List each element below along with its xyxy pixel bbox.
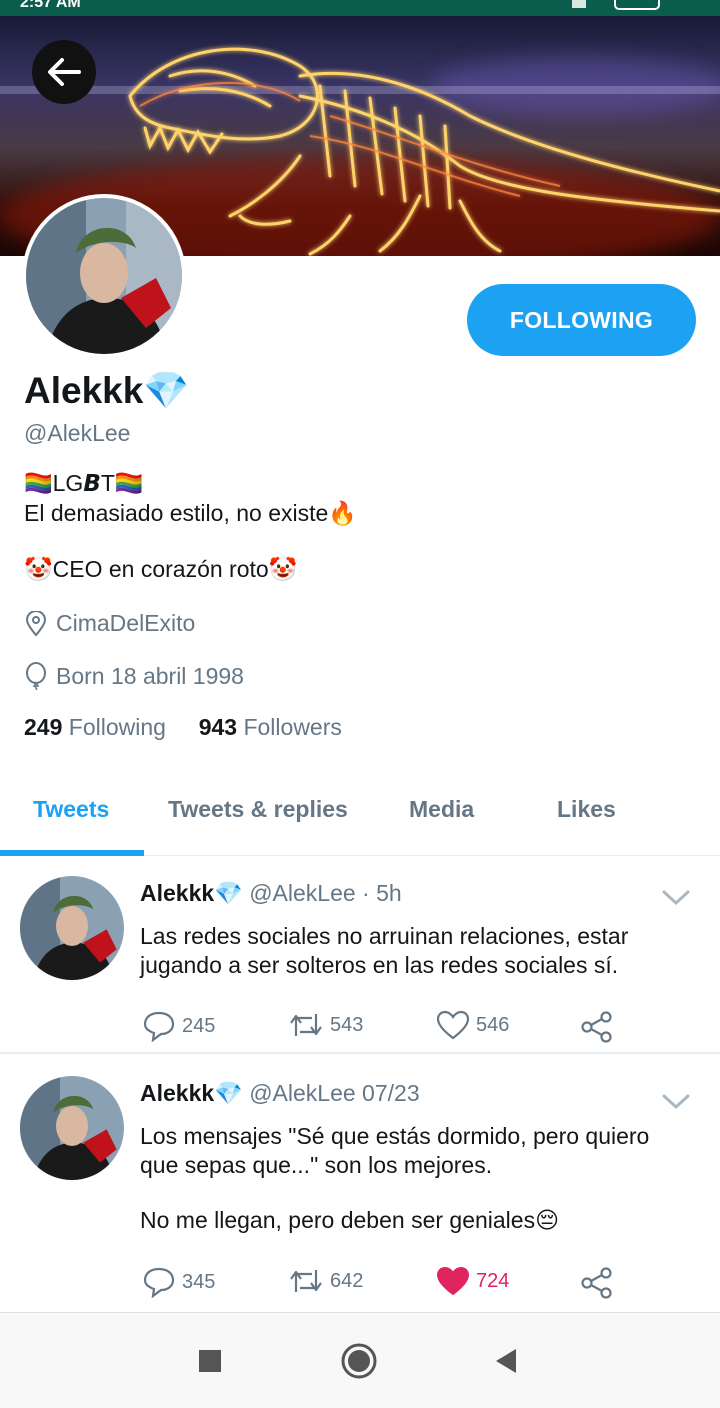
profile-avatar[interactable] <box>22 194 186 358</box>
avatar-photo <box>20 1076 124 1180</box>
followers-count: 943 <box>198 714 238 740</box>
tweet-avatar[interactable] <box>20 1076 124 1180</box>
tweet-header: Alekkk💎 @AlekLee 07/23 <box>140 1080 420 1107</box>
location-pin-icon <box>25 610 47 636</box>
following-link[interactable]: 249 Following <box>24 714 166 740</box>
reply-count: 245 <box>182 1014 216 1037</box>
retweet-button[interactable]: 543 <box>288 1010 363 1040</box>
profile-birthday: Born 18 abril 1998 <box>24 662 244 690</box>
triangle-back-icon <box>496 1349 516 1373</box>
followers-link[interactable]: 943 Followers <box>199 714 342 740</box>
circle-icon <box>341 1343 377 1379</box>
reply-button[interactable]: 345 <box>142 1266 215 1298</box>
avatar-photo <box>26 198 182 354</box>
retweet-button[interactable]: 642 <box>288 1266 363 1296</box>
chevron-down-icon[interactable] <box>660 888 692 908</box>
share-button[interactable] <box>580 1010 614 1044</box>
retweet-count: 543 <box>330 1013 364 1036</box>
square-icon <box>199 1350 221 1372</box>
signal-icon <box>572 0 600 8</box>
profile-tabs: Tweets Tweets & replies Media Likes <box>0 780 720 856</box>
tweet-text-line: que sepas que..." son los mejores. <box>140 1152 493 1178</box>
heart-filled-icon <box>436 1266 470 1296</box>
tab-tweets[interactable]: Tweets <box>33 796 109 823</box>
tweet-item[interactable]: Alekkk💎 @AlekLee · 5h Las redes sociales… <box>0 858 720 1054</box>
reply-icon <box>143 1267 175 1298</box>
profile-display-name: Alekkk💎 <box>24 370 190 411</box>
tweet-meta: @AlekLee 07/23 <box>249 1080 420 1106</box>
home-button[interactable] <box>341 1343 377 1384</box>
retweet-icon <box>290 1014 322 1036</box>
location-text: CimaDelExito <box>56 610 196 636</box>
tweet-text-line: Los mensajes "Sé que estás dormido, pero… <box>140 1123 650 1149</box>
status-bar: 2:57 AM <box>0 0 720 16</box>
like-count: 546 <box>476 1013 510 1036</box>
share-icon <box>581 1011 612 1043</box>
tweet-text-line: jugando a ser solteros en las redes soci… <box>140 952 619 978</box>
like-button[interactable]: 546 <box>436 1010 509 1040</box>
avatar-photo <box>20 876 124 980</box>
heart-icon <box>436 1010 470 1040</box>
like-button[interactable]: 724 <box>436 1266 509 1296</box>
reply-count: 345 <box>182 1270 216 1293</box>
system-navigation-bar <box>0 1312 720 1408</box>
profile-location: CimaDelExito <box>24 610 195 637</box>
balloon-icon <box>26 662 46 690</box>
tweet-text-line: Las redes sociales no arruinan relacione… <box>140 923 629 949</box>
tweet-meta: @AlekLee · 5h <box>249 880 402 906</box>
retweet-icon <box>290 1270 322 1292</box>
tab-media[interactable]: Media <box>409 796 474 823</box>
like-count: 724 <box>476 1269 510 1292</box>
arrow-left-icon <box>48 58 81 86</box>
tweet-item[interactable]: Alekkk💎 @AlekLee 07/23 Los mensajes "Sé … <box>0 1058 720 1312</box>
back-button[interactable] <box>32 40 96 104</box>
tweet-divider <box>0 1052 720 1054</box>
following-count: 249 <box>24 714 63 740</box>
bio-line-1: 🏳️‍🌈LG𝘽T🏳️‍🌈 <box>24 470 144 496</box>
follow-counts: 249 Following 943 Followers <box>24 714 342 741</box>
tab-tweets-replies[interactable]: Tweets & replies <box>168 796 348 823</box>
chevron-down-icon[interactable] <box>660 1092 692 1112</box>
followers-label: Followers <box>243 714 342 740</box>
tweet-header: Alekkk💎 @AlekLee · 5h <box>140 880 402 907</box>
following-label: Following <box>68 714 166 740</box>
battery-icon <box>614 0 660 10</box>
bio-line-2: El demasiado estilo, no existe🔥 <box>24 500 357 526</box>
tweet-text-line: No me llegan, pero deben ser geniales😔 <box>140 1207 560 1233</box>
recent-apps-button[interactable] <box>198 1349 222 1378</box>
birthday-text: Born 18 abril 1998 <box>56 662 244 689</box>
tweet-avatar[interactable] <box>20 876 124 980</box>
system-back-button[interactable] <box>494 1347 518 1380</box>
share-button[interactable] <box>580 1266 614 1300</box>
active-tab-indicator <box>0 850 144 856</box>
share-icon <box>581 1267 612 1299</box>
tweet-author[interactable]: Alekkk💎 <box>140 880 243 906</box>
tweet-author[interactable]: Alekkk💎 <box>140 1080 243 1106</box>
profile-handle: @AlekLee <box>24 420 131 446</box>
following-button[interactable]: FOLLOWING <box>467 284 696 356</box>
reply-button[interactable]: 245 <box>142 1010 215 1042</box>
bio-line-3: 🤡CEO en corazón roto🤡 <box>24 556 298 582</box>
retweet-count: 642 <box>330 1269 364 1292</box>
tab-likes[interactable]: Likes <box>557 796 616 823</box>
reply-icon <box>143 1011 175 1042</box>
status-clock: 2:57 AM <box>20 0 81 11</box>
